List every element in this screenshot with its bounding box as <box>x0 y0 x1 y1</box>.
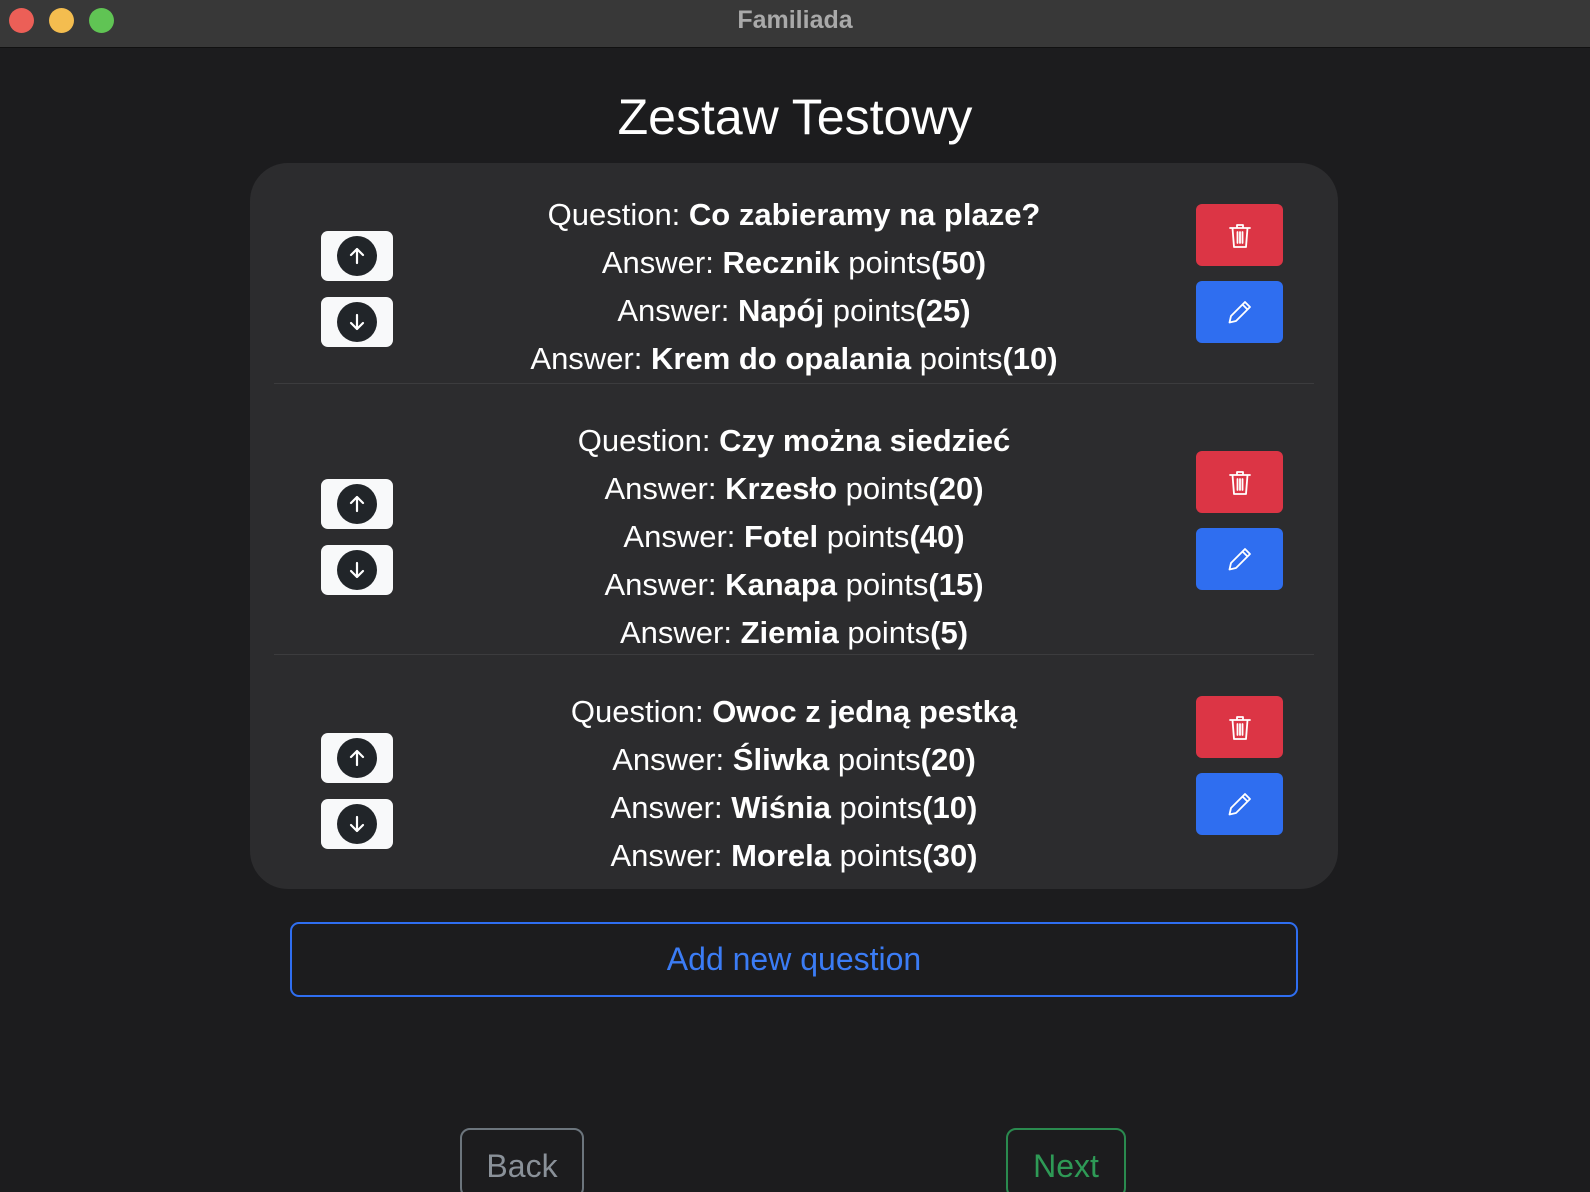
delete-question-button[interactable] <box>1196 204 1283 266</box>
question-text: Co zabieramy na plaze? <box>688 197 1041 232</box>
answer-line: Answer: Napój points(25) <box>617 293 971 328</box>
back-button[interactable]: Back <box>460 1128 584 1192</box>
arrow-down-circle-icon <box>337 804 377 844</box>
pencil-icon <box>1228 301 1251 324</box>
add-question-button[interactable]: Add new question <box>290 922 1298 997</box>
move-down-button[interactable] <box>321 545 393 595</box>
edit-question-button[interactable] <box>1196 528 1283 590</box>
move-down-button[interactable] <box>321 799 393 849</box>
delete-question-button[interactable] <box>1196 451 1283 513</box>
move-down-button[interactable] <box>321 297 393 347</box>
answer-line: Answer: Morela points(30) <box>610 838 978 873</box>
title-bar: Familiada <box>0 0 1590 48</box>
page-title: Zestaw Testowy <box>617 89 973 145</box>
question-content: Question: Czy można siedzieć Answer: Krz… <box>474 417 1114 657</box>
move-up-button[interactable] <box>321 733 393 783</box>
pencil-icon <box>1228 548 1251 571</box>
answer-line: Answer: Krem do opalania points(10) <box>530 341 1058 376</box>
arrow-down-circle-icon <box>337 550 377 590</box>
question-line: Question: Czy można siedzieć <box>577 423 1011 458</box>
move-up-button[interactable] <box>321 231 393 281</box>
question-item: Question: Co zabieramy na plaze? Answer:… <box>274 191 1314 384</box>
next-button[interactable]: Next <box>1006 1128 1126 1192</box>
arrow-up-circle-icon <box>337 484 377 524</box>
question-line: Question: Co zabieramy na plaze? <box>547 197 1041 232</box>
answer-line: Answer: Śliwka points(20) <box>612 742 976 777</box>
arrow-up-circle-icon <box>337 236 377 276</box>
edit-question-button[interactable] <box>1196 281 1283 343</box>
trash-icon <box>1228 470 1251 495</box>
app-window: Familiada Zestaw Testowy Question: Co za… <box>0 0 1590 1192</box>
answer-line: Answer: Krzesło points(20) <box>604 471 984 506</box>
trash-icon <box>1228 715 1251 740</box>
question-list: Question: Co zabieramy na plaze? Answer:… <box>250 163 1338 889</box>
answer-line: Answer: Recznik points(50) <box>601 245 987 280</box>
question-text: Owoc z jedną pestką <box>712 694 1018 729</box>
answer-line: Answer: Fotel points(40) <box>623 519 965 554</box>
question-content: Question: Owoc z jedną pestką Answer: Śl… <box>474 688 1114 880</box>
question-text: Czy można siedzieć <box>719 423 1011 458</box>
delete-question-button[interactable] <box>1196 696 1283 758</box>
answer-line: Answer: Wiśnia points(10) <box>610 790 978 825</box>
arrow-down-circle-icon <box>337 302 377 342</box>
question-content: Question: Co zabieramy na plaze? Answer:… <box>474 191 1114 383</box>
window-title: Familiada <box>737 6 853 34</box>
answer-line: Answer: Ziemia points(5) <box>619 615 969 650</box>
question-line: Question: Owoc z jedną pestką <box>570 694 1018 729</box>
question-item: Question: Czy można siedzieć Answer: Krz… <box>274 384 1314 655</box>
edit-question-button[interactable] <box>1196 773 1283 835</box>
move-up-button[interactable] <box>321 479 393 529</box>
pencil-icon <box>1228 793 1251 816</box>
answer-line: Answer: Kanapa points(15) <box>604 567 984 602</box>
question-item: Question: Owoc z jedną pestką Answer: Śl… <box>274 655 1314 889</box>
trash-icon <box>1228 223 1251 248</box>
arrow-up-circle-icon <box>337 738 377 778</box>
